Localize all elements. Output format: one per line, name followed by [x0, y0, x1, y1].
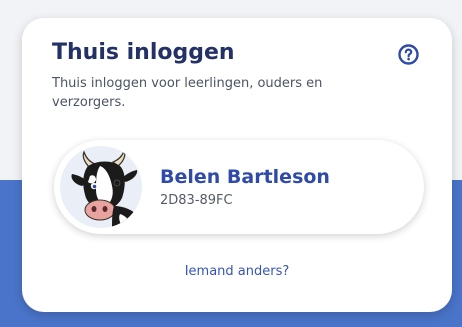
someone-else-link[interactable]: Iemand anders?	[22, 264, 452, 279]
account-button[interactable]: Belen Bartleson 2D83-89FC	[54, 140, 424, 234]
login-screen: Thuis inloggen Thuis inloggen voor leerl…	[0, 0, 462, 327]
page-title: Thuis inloggen	[52, 40, 235, 65]
account-code: 2D83-89FC	[160, 193, 233, 208]
cow-avatar-icon	[60, 146, 142, 228]
help-icon[interactable]	[398, 44, 419, 65]
login-description: Thuis inloggen voor leerlingen, ouders e…	[52, 76, 323, 110]
home-login-card: Thuis inloggen Thuis inloggen voor leerl…	[22, 18, 452, 312]
account-name: Belen Bartleson	[160, 166, 330, 188]
